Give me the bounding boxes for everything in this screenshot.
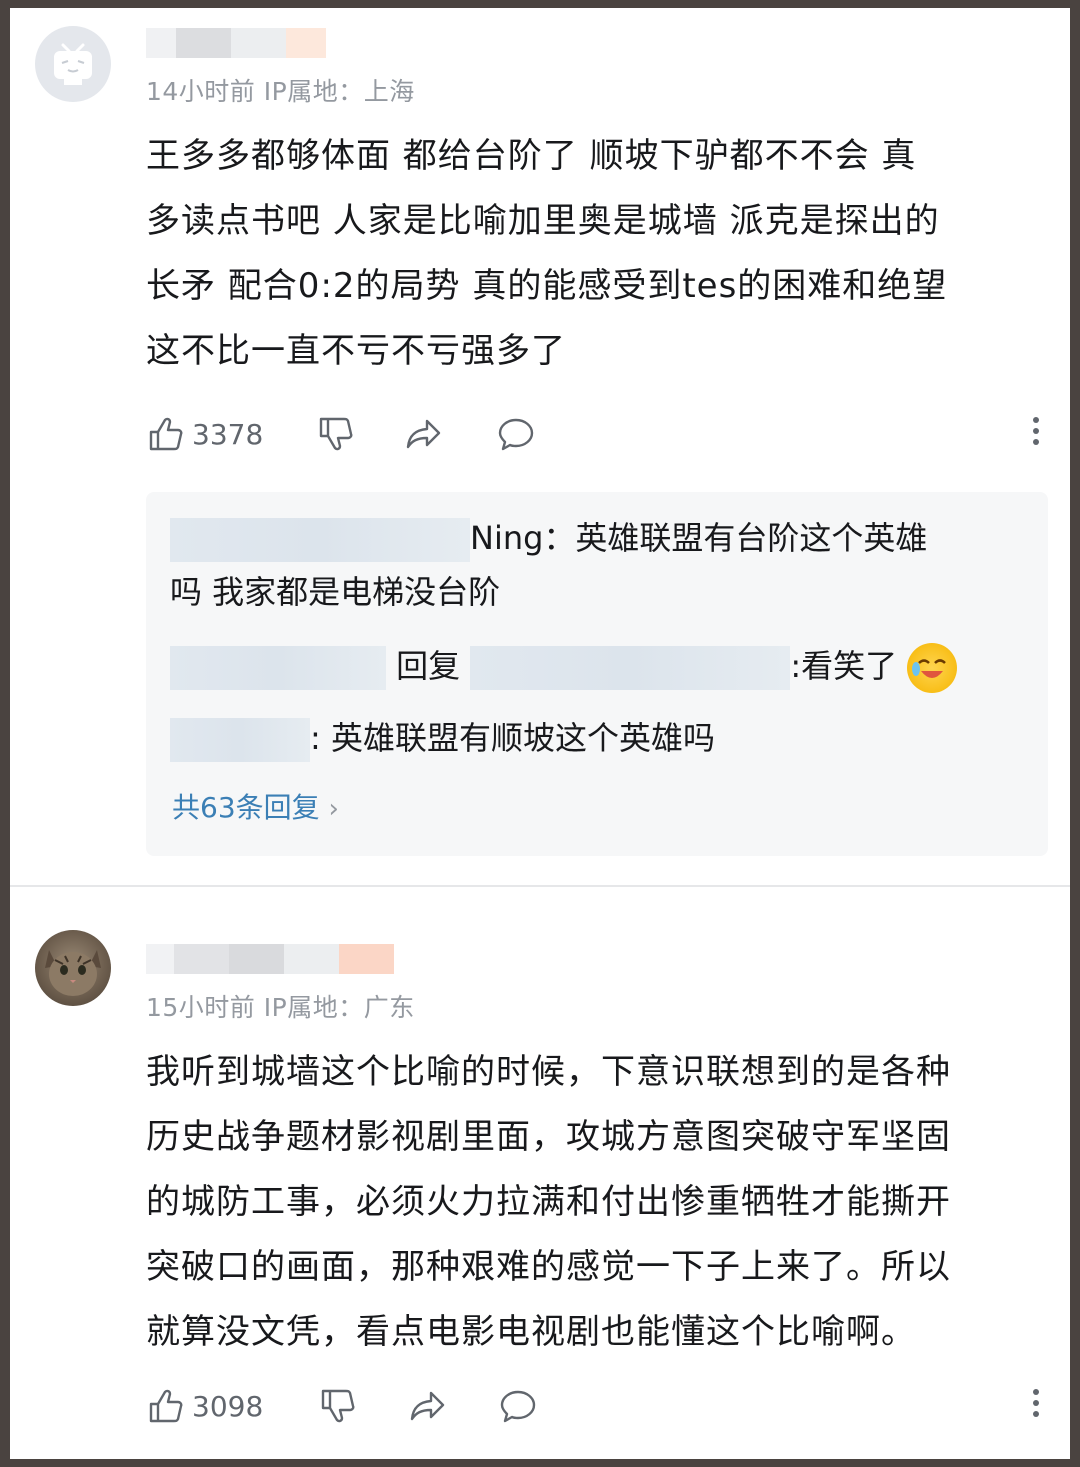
comment-line: 我听到城墙这个比喻的时候，下意识联想到的是各种: [146, 1052, 951, 1092]
more-vertical-icon[interactable]: [1026, 412, 1046, 456]
like-count: 3378: [192, 417, 264, 451]
comment-line: 突破口的画面，那种艰难的感觉一下子上来了。所以: [146, 1247, 951, 1287]
comment-line: 这不比一直不亏不亏强多了: [146, 331, 566, 371]
thumbs-down-icon: [319, 417, 353, 451]
bilibili-tv-icon: [54, 43, 92, 85]
comment-icon: [498, 418, 534, 451]
comment-2: 15小时前 IP属地：广东 我听到城墙这个比喻的时候，下意识联想到的是各种 历史…: [10, 888, 1070, 1459]
reply-username-redacted[interactable]: [170, 646, 386, 690]
reply-1-continued: 吗 我家都是电梯没台阶: [170, 573, 501, 611]
reply-text: :看笑了: [790, 647, 898, 685]
reply-button[interactable]: [498, 1384, 538, 1428]
like-count: 3098: [192, 1389, 264, 1423]
share-button[interactable]: [404, 412, 444, 456]
username-redacted[interactable]: [146, 28, 326, 58]
comment-line: 就算没文凭，看点电影电视剧也能懂这个比喻啊。: [146, 1312, 916, 1352]
reply-username-redacted[interactable]: [170, 718, 310, 762]
username-redacted[interactable]: [146, 944, 394, 974]
comment-icon: [500, 1390, 536, 1423]
view-all-replies-link[interactable]: 共63条回复 ›: [172, 786, 339, 826]
comment-divider: [10, 885, 1070, 887]
like-button[interactable]: 3098: [146, 1384, 263, 1428]
comment-line: 王多多都够体面 都给台阶了 顺坡下驴都不不会 真: [146, 136, 917, 176]
like-button[interactable]: 3378: [146, 412, 263, 456]
thumbs-up-icon: [149, 417, 183, 451]
comment-line: 长矛 配合0:2的局势 真的能感受到tes的困难和绝望: [146, 266, 948, 306]
comment-meta: 14小时前 IP属地：上海: [146, 77, 415, 106]
reply-text: Ning：英雄联盟有台阶这个英雄: [470, 519, 928, 557]
cat-avatar-icon: [45, 950, 101, 996]
comment-actions: 3098: [146, 1384, 1046, 1428]
comment-1: 14小时前 IP属地：上海 王多多都够体面 都给台阶了 顺坡下驴都不不会 真 多…: [10, 8, 1070, 878]
share-icon: [410, 1391, 445, 1421]
more-vertical-icon[interactable]: [1026, 1384, 1046, 1428]
comment-page: 14小时前 IP属地：上海 王多多都够体面 都给台阶了 顺坡下驴都不不会 真 多…: [10, 8, 1070, 1459]
reply-3[interactable]: : 英雄联盟有顺坡这个英雄吗: [170, 714, 715, 762]
share-icon: [406, 419, 441, 449]
comment-line: 历史战争题材影视剧里面，攻城方意图突破守军坚固: [146, 1117, 951, 1157]
thumbs-up-icon: [149, 1389, 183, 1423]
user-avatar[interactable]: [35, 26, 111, 102]
laughing-emoji-icon: [907, 643, 958, 693]
reply-preview-box: Ning：英雄联盟有台阶这个英雄 吗 我家都是电梯没台阶 回复 :看笑了 : 英…: [146, 492, 1048, 856]
thumbs-down-icon: [321, 1389, 355, 1423]
mentioned-username-redacted[interactable]: [470, 646, 791, 690]
comment-actions: 3378: [146, 412, 1046, 456]
reply-2[interactable]: 回复 :看笑了: [170, 642, 958, 693]
comment-line: 的城防工事，必须火力拉满和付出惨重牺牲才能撕开: [146, 1182, 951, 1222]
comment-line: 多读点书吧 人家是比喻加里奥是城墙 派克是探出的: [146, 201, 940, 241]
reply-username-redacted[interactable]: [170, 518, 470, 562]
dislike-button[interactable]: [318, 1384, 358, 1428]
dislike-button[interactable]: [316, 412, 356, 456]
reply-text: : 英雄联盟有顺坡这个英雄吗: [310, 719, 715, 757]
comment-text: 我听到城墙这个比喻的时候，下意识联想到的是各种 历史战争题材影视剧里面，攻城方意…: [146, 1040, 1046, 1365]
reply-button[interactable]: [496, 412, 536, 456]
comment-meta: 15小时前 IP属地：广东: [146, 993, 415, 1022]
comment-text: 王多多都够体面 都给台阶了 顺坡下驴都不不会 真 多读点书吧 人家是比喻加里奥是…: [146, 124, 1046, 384]
reply-label: 回复: [396, 647, 461, 685]
reply-1[interactable]: Ning：英雄联盟有台阶这个英雄: [170, 514, 927, 562]
chevron-right-icon: ›: [328, 794, 339, 824]
user-avatar[interactable]: [35, 930, 111, 1006]
share-button[interactable]: [408, 1384, 448, 1428]
